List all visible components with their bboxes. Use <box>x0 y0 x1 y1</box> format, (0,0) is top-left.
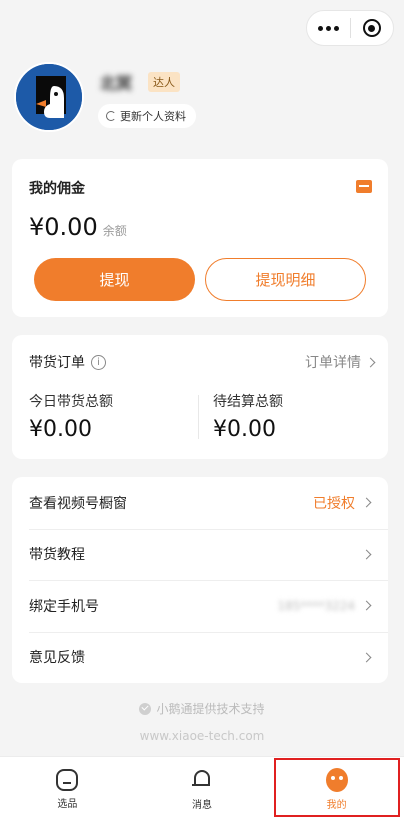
avatar[interactable] <box>14 62 84 132</box>
chevron-right-icon <box>361 549 372 560</box>
mini-program-capsule <box>306 10 394 46</box>
menu-item-label: 带货教程 <box>29 547 85 564</box>
orders-card: 带货订单 i 订单详情 今日带货总额 ¥0.00 待结算总额 ¥0.00 <box>12 335 388 459</box>
profile-header: 北冥 达人 更新个人资料 <box>14 62 390 142</box>
stat-divider <box>198 395 199 439</box>
pending-settlement-value: ¥0.00 <box>213 417 276 442</box>
support-text: 小鹅通提供技术支持 <box>156 702 265 716</box>
more-dots-icon <box>317 25 339 31</box>
pending-settlement-stat: 待结算总额 ¥0.00 <box>213 391 283 442</box>
today-sales-value: ¥0.00 <box>29 417 92 442</box>
tab-me[interactable]: 我的 <box>269 757 404 821</box>
menu-item-label: 意见反馈 <box>29 650 85 667</box>
orders-title: 带货订单 <box>29 355 85 371</box>
commission-title: 我的佣金 <box>29 181 85 197</box>
balance-amount: ¥0.00 <box>29 213 98 241</box>
withdraw-detail-button[interactable]: 提现明细 <box>205 258 366 301</box>
today-sales-stat: 今日带货总额 ¥0.00 <box>29 391 113 442</box>
bottom-tabbar: 选品 消息 我的 <box>0 756 404 821</box>
support-url: www.xiaoe-tech.com <box>139 729 265 743</box>
update-profile-button[interactable]: 更新个人资料 <box>98 104 196 128</box>
tab-goods[interactable]: 选品 <box>0 757 135 821</box>
tab-messages[interactable]: 消息 <box>135 757 270 821</box>
menu-item-tutorial[interactable]: 带货教程 <box>12 528 388 581</box>
wallet-icon[interactable] <box>356 180 372 193</box>
update-profile-label: 更新个人资料 <box>120 110 186 123</box>
balance: ¥0.00 余额 <box>29 213 127 241</box>
nickname: 北冥 <box>100 74 133 93</box>
menu-item-feedback[interactable]: 意见反馈 <box>12 631 388 684</box>
pending-settlement-label: 待结算总额 <box>213 394 283 410</box>
withdraw-button[interactable]: 提现 <box>34 258 195 301</box>
bell-icon <box>191 768 213 792</box>
commission-card: 我的佣金 ¥0.00 余额 提现 提现明细 <box>12 159 388 317</box>
menu-item-bind-phone[interactable]: 绑定手机号 185****3224 <box>12 580 388 632</box>
close-button[interactable] <box>351 11 394 45</box>
orders-title-row: 带货订单 i <box>29 352 106 372</box>
menu-item-showcase[interactable]: 查看视频号橱窗 已授权 <box>12 477 388 529</box>
refresh-icon <box>106 111 116 121</box>
order-detail-link[interactable]: 订单详情 <box>305 352 376 372</box>
order-detail-label: 订单详情 <box>305 355 361 371</box>
goods-icon <box>56 768 79 791</box>
tech-support-footer: 小鹅通提供技术支持 www.xiaoe-tech.com <box>0 700 404 743</box>
chevron-right-icon <box>365 357 376 367</box>
goose-avatar-icon <box>16 64 82 130</box>
menu-item-label: 查看视频号橱窗 <box>29 495 127 512</box>
authorized-status: 已授权 <box>313 495 355 512</box>
close-target-icon <box>362 19 381 37</box>
talent-badge: 达人 <box>148 72 180 92</box>
chevron-right-icon <box>361 497 372 508</box>
info-icon[interactable]: i <box>91 354 106 370</box>
check-icon <box>139 702 152 715</box>
menu-item-label: 绑定手机号 <box>29 598 99 615</box>
tab-label: 消息 <box>192 799 212 811</box>
me-icon <box>325 767 348 792</box>
chevron-right-icon <box>361 600 372 611</box>
balance-label: 余额 <box>102 224 127 238</box>
more-button[interactable] <box>307 11 350 45</box>
tab-label: 选品 <box>57 798 78 810</box>
today-sales-label: 今日带货总额 <box>29 394 113 410</box>
settings-menu: 查看视频号橱窗 已授权 带货教程 绑定手机号 185****3224 意见反馈 <box>12 477 388 683</box>
phone-number: 185****3224 <box>277 598 355 613</box>
tab-label: 我的 <box>326 799 347 811</box>
chevron-right-icon <box>361 652 372 663</box>
